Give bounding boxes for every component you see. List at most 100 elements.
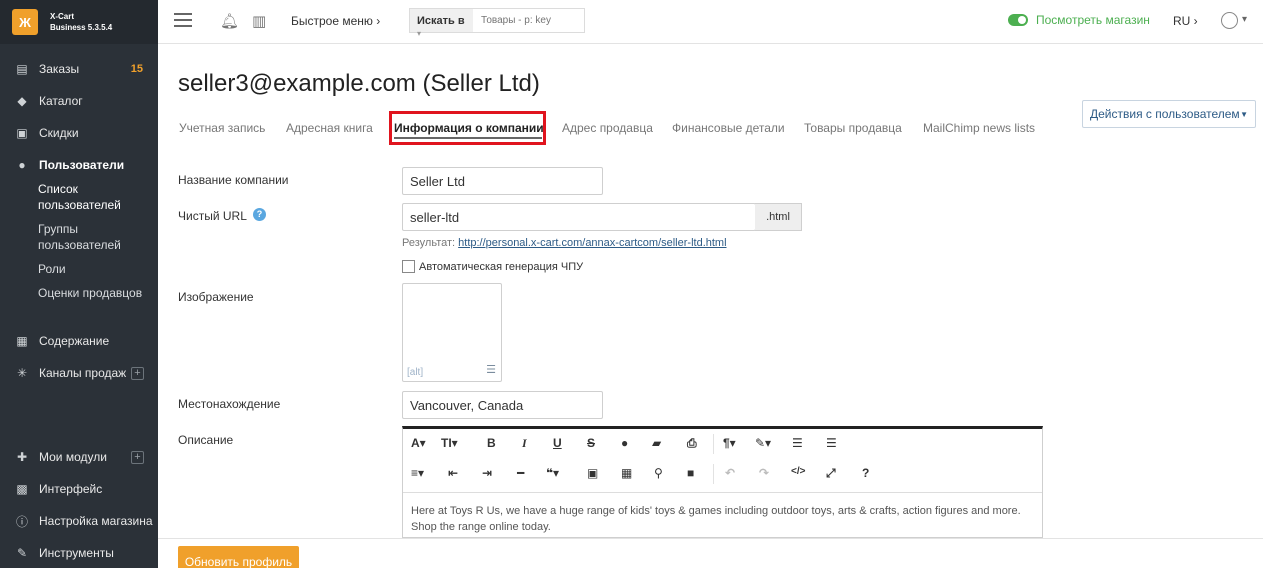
image-alt[interactable]: [alt] bbox=[407, 367, 423, 378]
redo-icon[interactable]: ↷ bbox=[759, 466, 769, 480]
color-drop-icon[interactable]: ● bbox=[621, 436, 628, 450]
result-url-link[interactable]: http://personal.x-cart.com/annax-cartcom… bbox=[458, 237, 726, 249]
url-suffix: .html bbox=[755, 203, 802, 231]
description-label: Описание bbox=[178, 433, 234, 447]
eraser-icon[interactable]: ▰ bbox=[652, 436, 661, 450]
sidebar-subitem-roles[interactable]: Роли bbox=[38, 261, 66, 277]
auto-gen-checkbox[interactable] bbox=[402, 260, 415, 273]
editor-toolbar-row-2: ≡▾ ⇤ ⇥ ━ ❝▾ ▣ ▦ ⚲ ■ ↶ ↷ </> ⤢ ? bbox=[403, 459, 1042, 489]
location-label: Местонахождение bbox=[178, 397, 281, 411]
sidebar-item-catalog[interactable]: ◆ Каталог bbox=[0, 89, 158, 113]
brand-text: X-Cart Business 5.3.5.4 bbox=[50, 11, 112, 33]
user-actions-button[interactable]: Действия с пользователем ▼ bbox=[1082, 100, 1256, 128]
sidebar-item-sales-channels[interactable]: ✳ Каналы продаж + bbox=[0, 361, 158, 385]
code-view-icon[interactable]: </> bbox=[791, 466, 805, 477]
video-icon[interactable]: ■ bbox=[687, 466, 694, 480]
fullscreen-icon[interactable]: ⤢ bbox=[826, 466, 836, 481]
search-scope-select[interactable]: Искать в ▾ bbox=[410, 9, 473, 38]
quote-icon[interactable]: ❝▾ bbox=[546, 466, 559, 480]
ordered-list-icon[interactable]: ☰ bbox=[792, 436, 803, 450]
sidebar-item-label: Настройка магазина bbox=[39, 514, 153, 528]
paragraph-icon[interactable]: ¶▾ bbox=[723, 436, 736, 450]
user-avatar-icon[interactable] bbox=[1221, 12, 1238, 29]
sidebar-subitem-user-list[interactable]: Список пользователей bbox=[38, 181, 138, 213]
tab-seller-products[interactable]: Товары продавца bbox=[804, 121, 902, 135]
tab-account[interactable]: Учетная запись bbox=[179, 121, 265, 135]
indent-icon[interactable]: ⇥ bbox=[482, 466, 492, 480]
unordered-list-icon[interactable]: ☰ bbox=[826, 436, 837, 450]
text-size-icon[interactable]: TI▾ bbox=[441, 436, 458, 450]
sidebar-subitem-user-groups[interactable]: Группы пользователей bbox=[38, 221, 138, 253]
view-store-toggle[interactable]: Посмотреть магазин bbox=[1008, 13, 1150, 27]
sidebar-item-tools[interactable]: ✎ Инструменты bbox=[0, 541, 158, 565]
brand[interactable]: Ж X-Cart Business 5.3.5.4 bbox=[0, 0, 158, 44]
description-text[interactable]: Here at Toys R Us, we have a huge range … bbox=[411, 503, 1031, 535]
align-icon[interactable]: ≡▾ bbox=[411, 466, 424, 480]
tab-financial-details[interactable]: Финансовые детали bbox=[672, 121, 785, 135]
auto-gen-label: Автоматическая генерация ЧПУ bbox=[419, 260, 584, 273]
tab-mailchimp[interactable]: MailChimp news lists bbox=[923, 121, 1035, 135]
bold-icon[interactable]: B bbox=[487, 436, 496, 450]
page-title: seller3@example.com (Seller Ltd) bbox=[178, 70, 540, 97]
marketplace-icon[interactable]: ▥ bbox=[252, 12, 266, 30]
menu-icon[interactable]: ☰ bbox=[486, 363, 496, 376]
horizontal-rule-icon[interactable]: ━ bbox=[517, 466, 524, 480]
location-field[interactable]: Vancouver, Canada bbox=[402, 391, 603, 419]
tab-company-info[interactable]: Информация о компании bbox=[394, 121, 544, 135]
print-icon[interactable]: ⎙ bbox=[687, 436, 697, 451]
chevron-right-icon: › bbox=[376, 14, 381, 28]
toggle-switch[interactable] bbox=[1008, 14, 1028, 26]
chevron-down-icon[interactable]: ▾ bbox=[1242, 14, 1247, 25]
link-icon[interactable]: ⚲ bbox=[654, 466, 663, 480]
sidebar-item-label: Интерфейс bbox=[39, 482, 103, 496]
clean-url-field[interactable]: seller-ltd bbox=[402, 203, 756, 231]
content-icon: ▦ bbox=[16, 334, 28, 348]
topbar: 🔔︎ ▥ Быстрое меню › Искать в ▾ Посмотрет… bbox=[158, 0, 1263, 44]
footer-bar bbox=[158, 538, 1263, 568]
sidebar-subitem-seller-ratings[interactable]: Оценки продавцов bbox=[38, 285, 142, 301]
outdent-icon[interactable]: ⇤ bbox=[448, 466, 458, 480]
underline-icon[interactable]: U bbox=[553, 436, 562, 450]
description-editor[interactable]: A▾ TI▾ B I U S ● ▰ ⎙ ¶▾ ✎▾ ☰ ☰ ≡▾ ⇤ ⇥ ━ … bbox=[402, 426, 1043, 538]
tab-address-book[interactable]: Адресная книга bbox=[286, 121, 373, 135]
magic-icon[interactable]: ✎▾ bbox=[755, 436, 771, 450]
hamburger-menu-icon[interactable] bbox=[174, 13, 192, 31]
auto-gen-row[interactable]: Автоматическая генерация ЧПУ bbox=[402, 260, 583, 273]
quick-menu[interactable]: Быстрое меню › bbox=[291, 14, 380, 28]
table-icon[interactable]: ▦ bbox=[621, 466, 632, 480]
company-name-field[interactable]: Seller Ltd bbox=[402, 167, 603, 195]
sidebar-item-users[interactable]: ● Пользователи bbox=[0, 153, 158, 177]
language-selector[interactable]: RU › bbox=[1173, 14, 1198, 28]
sidebar: Ж X-Cart Business 5.3.5.4 ▤ Заказы 15 ◆ … bbox=[0, 0, 158, 568]
search-input[interactable] bbox=[473, 9, 584, 32]
sidebar-item-discounts[interactable]: ▣ Скидки bbox=[0, 121, 158, 145]
clean-url-label: Чистый URL bbox=[178, 209, 247, 223]
plus-icon[interactable]: + bbox=[131, 450, 144, 464]
font-color-icon[interactable]: A▾ bbox=[411, 436, 426, 450]
sidebar-item-interface[interactable]: ▩ Интерфейс bbox=[0, 477, 158, 501]
users-icon: ● bbox=[18, 158, 26, 172]
info-icon: ⓘ bbox=[15, 514, 28, 529]
image-icon[interactable]: ▣ bbox=[587, 466, 598, 480]
tab-seller-address[interactable]: Адрес продавца bbox=[562, 121, 653, 135]
undo-icon[interactable]: ↶ bbox=[725, 466, 735, 480]
tools-icon: ✎ bbox=[16, 546, 28, 560]
sidebar-item-orders[interactable]: ▤ Заказы 15 bbox=[0, 57, 158, 81]
strikethrough-icon[interactable]: S bbox=[587, 436, 595, 450]
sidebar-item-content[interactable]: ▦ Содержание bbox=[0, 329, 158, 353]
image-upload[interactable]: [alt] ☰ bbox=[402, 283, 502, 382]
image-label: Изображение bbox=[178, 290, 254, 304]
sidebar-item-label: Мои модули bbox=[39, 450, 107, 464]
plus-icon[interactable]: + bbox=[131, 366, 144, 380]
sidebar-item-label: Инструменты bbox=[39, 546, 114, 560]
quick-menu-label: Быстрое меню bbox=[291, 14, 373, 28]
sidebar-item-my-modules[interactable]: ✚ Мои модули + bbox=[0, 445, 158, 469]
bell-icon[interactable]: 🔔︎ bbox=[220, 12, 239, 30]
italic-icon[interactable]: I bbox=[522, 436, 527, 451]
sidebar-item-label: Пользователи bbox=[39, 158, 125, 172]
xcart-logo: Ж bbox=[12, 9, 38, 35]
sidebar-item-store-setup[interactable]: ⓘ Настройка магазина bbox=[0, 509, 158, 533]
help-icon[interactable]: ? bbox=[862, 466, 869, 480]
update-profile-button[interactable]: Обновить профиль bbox=[178, 546, 299, 568]
help-icon[interactable]: ? bbox=[253, 208, 266, 221]
